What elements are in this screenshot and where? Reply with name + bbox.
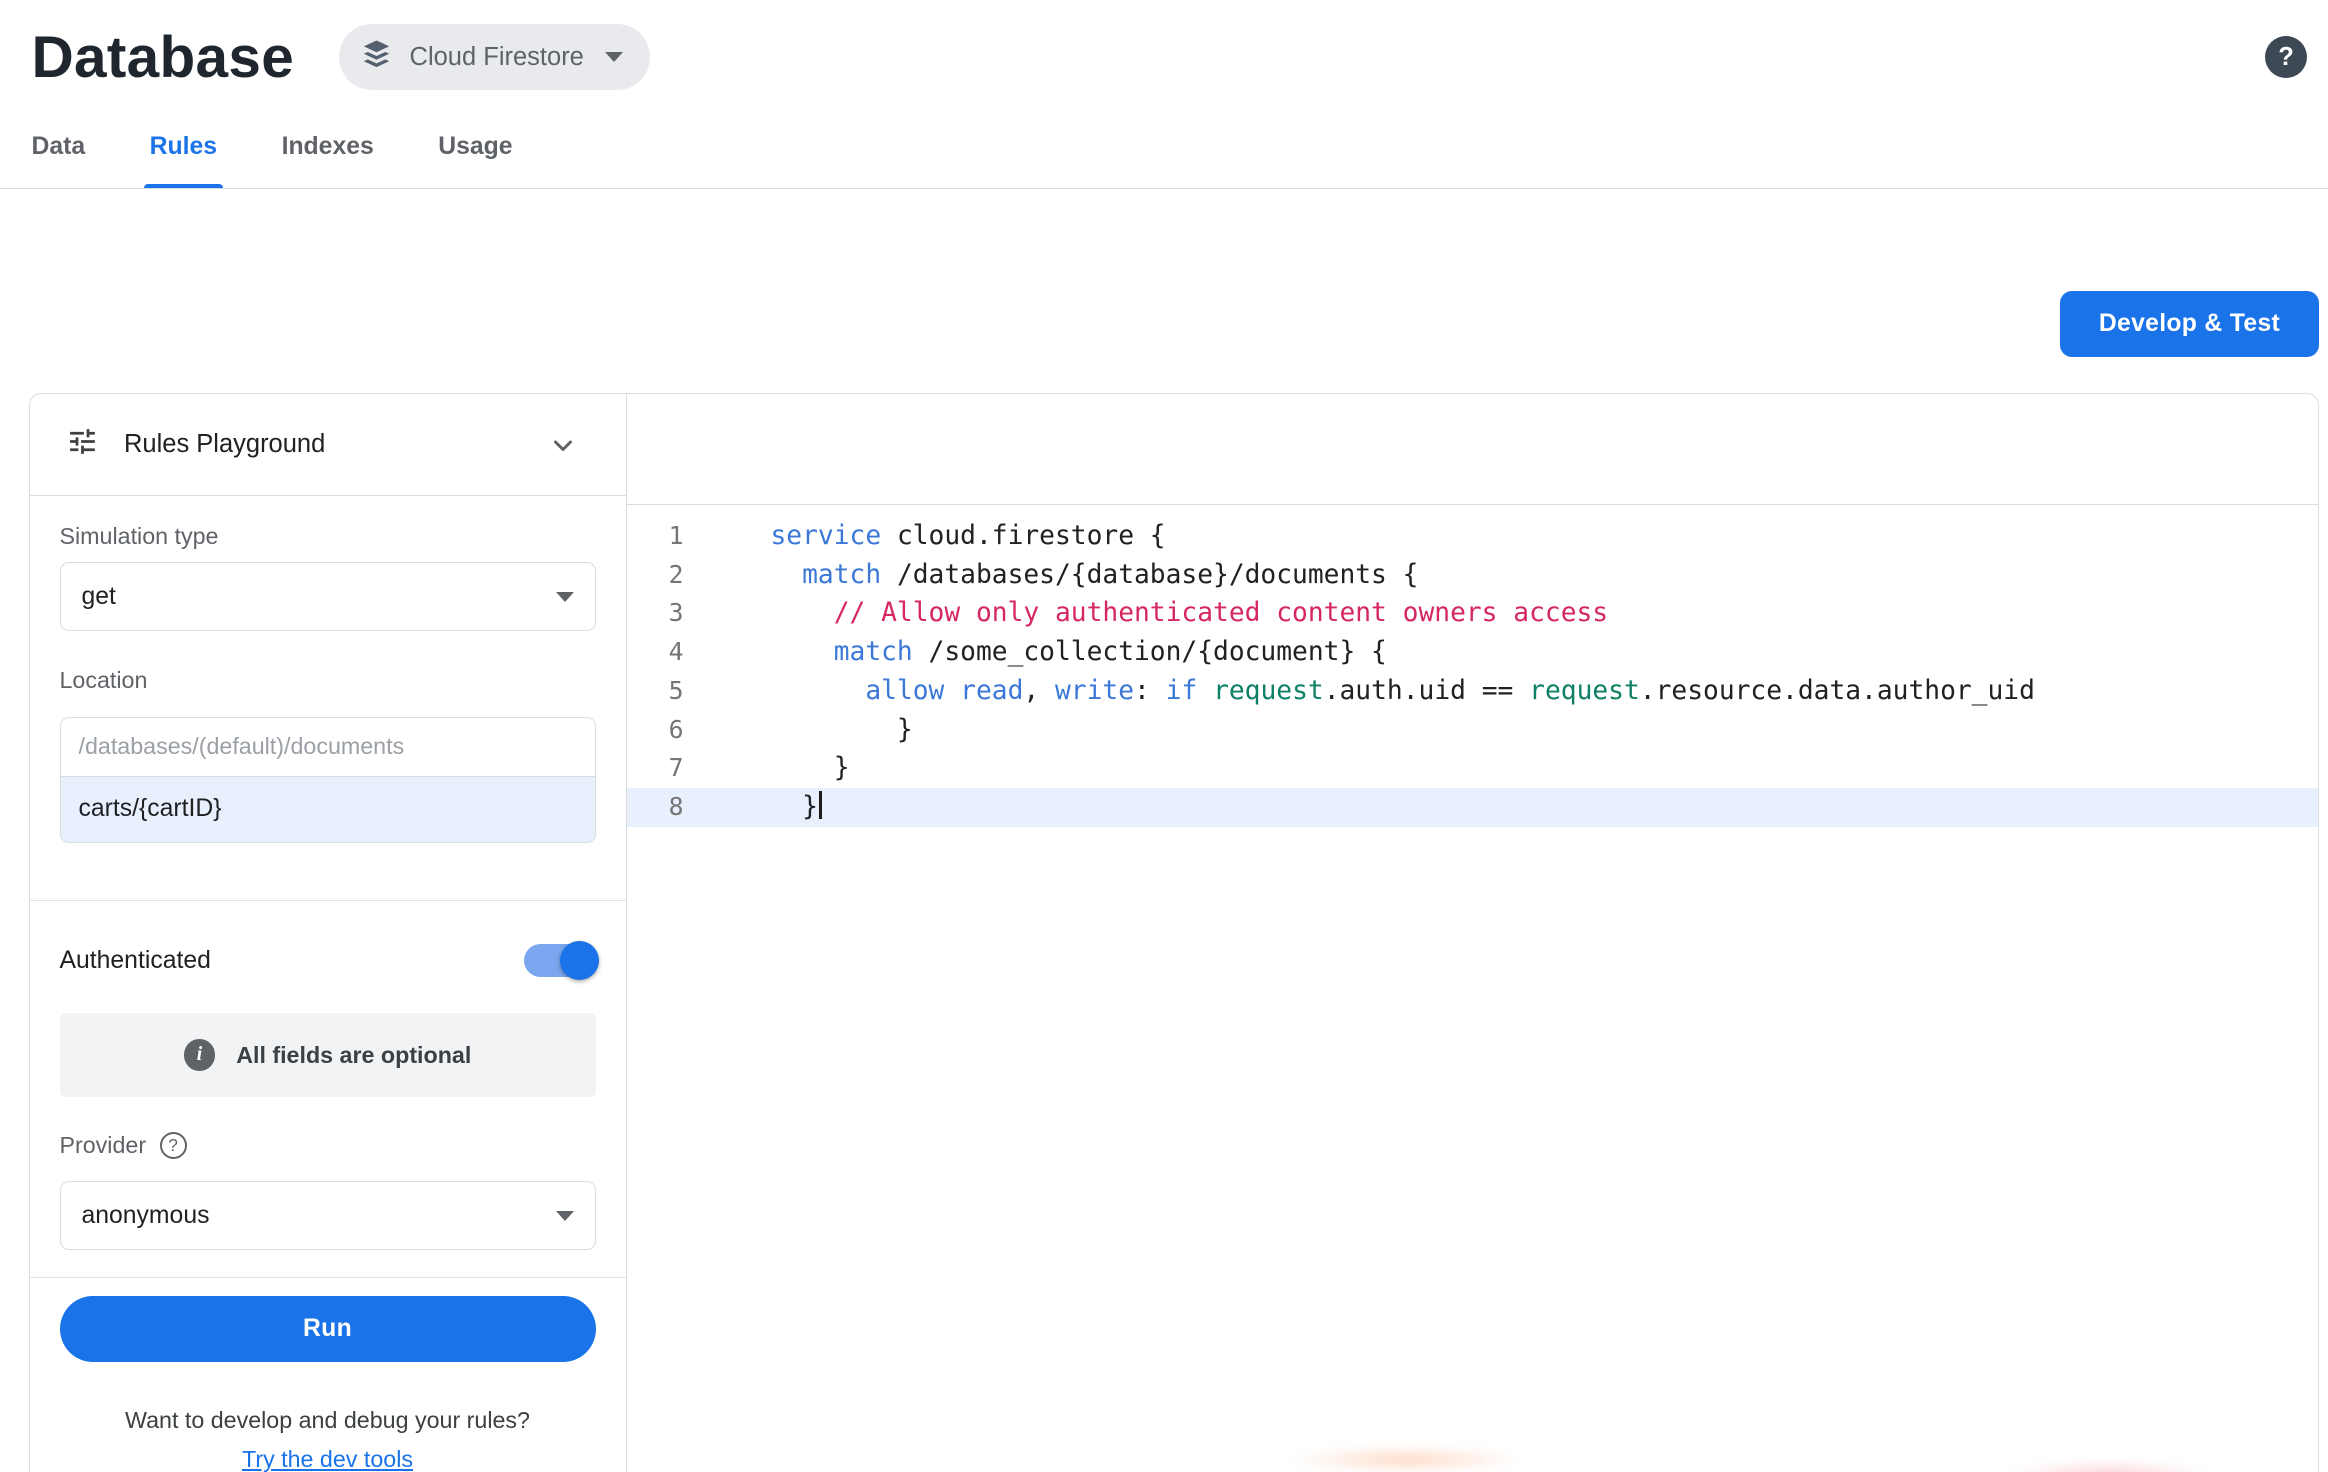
chevron-down-icon: [605, 52, 623, 62]
playground-title: Rules Playground: [124, 430, 325, 459]
code-line[interactable]: 7 }: [627, 749, 2319, 788]
rules-panel: Rules Playground Simulation type get Loc…: [29, 393, 2320, 1472]
line-number: 8: [627, 788, 693, 827]
location-label: Location: [60, 667, 596, 694]
provider-label: Provider: [60, 1132, 147, 1159]
rules-code-editor[interactable]: 1service cloud.firestore {2 match /datab…: [627, 394, 2319, 1472]
tune-icon: [66, 425, 99, 465]
code-line[interactable]: 4 match /some_collection/{document} {: [627, 633, 2319, 672]
code-line[interactable]: 1service cloud.firestore {: [627, 517, 2319, 556]
authenticated-toggle[interactable]: [524, 944, 596, 977]
develop-test-button[interactable]: Develop & Test: [2060, 291, 2319, 357]
database-selector-chip[interactable]: Cloud Firestore: [339, 24, 650, 90]
auth-section: Authenticated i All fields are optional …: [30, 901, 626, 1278]
run-button[interactable]: Run: [60, 1296, 596, 1362]
simulation-section: Simulation type get Location carts/{cart…: [30, 496, 626, 900]
tab-bar: Data Rules Indexes Usage: [0, 105, 2328, 189]
line-number: 1: [627, 517, 693, 556]
code-text: }: [693, 711, 2319, 750]
toggle-knob: [560, 941, 599, 980]
help-circle-icon[interactable]: ?: [160, 1132, 187, 1159]
code-lines[interactable]: 1service cloud.firestore {2 match /datab…: [627, 505, 2319, 1472]
text-cursor: [819, 791, 822, 820]
authenticated-row: Authenticated: [60, 940, 596, 982]
line-number: 3: [627, 594, 693, 633]
line-number: 2: [627, 556, 693, 595]
dev-tools-link[interactable]: Try the dev tools: [60, 1446, 596, 1472]
code-line[interactable]: 2 match /databases/{database}/documents …: [627, 556, 2319, 595]
code-text: service cloud.firestore {: [693, 517, 2319, 556]
code-text: match /some_collection/{document} {: [693, 633, 2319, 672]
firestore-database-page: Database Cloud Firestore ? Data Rules Inde…: [0, 0, 2328, 1472]
run-section: Run Want to develop and debug your rules…: [30, 1278, 626, 1472]
tab-indexes[interactable]: Indexes: [282, 105, 374, 188]
line-number: 6: [627, 711, 693, 750]
simulation-type-select[interactable]: get: [60, 562, 596, 631]
chevron-down-icon: [556, 592, 574, 602]
rules-playground-panel: Rules Playground Simulation type get Loc…: [30, 394, 627, 1472]
actions-row: Develop & Test: [0, 291, 2319, 357]
line-number: 7: [627, 749, 693, 788]
simulation-type-value: get: [82, 583, 116, 611]
code-line[interactable]: 8 }: [627, 788, 2319, 827]
code-text: match /databases/{database}/documents {: [693, 556, 2319, 595]
chip-label: Cloud Firestore: [410, 43, 584, 72]
chevron-down-icon: [545, 427, 581, 463]
question-mark-icon: ?: [2278, 43, 2294, 72]
firestore-icon: [360, 37, 393, 77]
location-value[interactable]: carts/{cartID}: [60, 777, 596, 843]
info-icon: i: [184, 1039, 216, 1071]
line-number: 4: [627, 633, 693, 672]
info-banner: i All fields are optional: [60, 1013, 596, 1097]
page-header: Database Cloud Firestore ?: [0, 0, 2328, 105]
provider-row: Provider ?: [60, 1132, 596, 1159]
page-title: Database: [32, 24, 295, 91]
provider-select[interactable]: anonymous: [60, 1181, 596, 1250]
code-text: allow read, write: if request.auth.uid =…: [693, 672, 2319, 711]
authenticated-label: Authenticated: [60, 947, 211, 975]
rules-playground-header[interactable]: Rules Playground: [30, 394, 626, 496]
code-line[interactable]: 5 allow read, write: if request.auth.uid…: [627, 672, 2319, 711]
code-line[interactable]: 6 }: [627, 711, 2319, 750]
tab-usage[interactable]: Usage: [438, 105, 512, 188]
dev-tools-prompt: Want to develop and debug your rules?: [60, 1407, 596, 1434]
help-button[interactable]: ?: [2265, 36, 2307, 78]
chevron-down-icon: [556, 1211, 574, 1221]
tab-data[interactable]: Data: [32, 105, 86, 188]
code-line[interactable]: 3 // Allow only authenticated content ow…: [627, 594, 2319, 633]
simulation-type-label: Simulation type: [60, 523, 596, 550]
code-text: }: [693, 788, 2319, 827]
provider-value: anonymous: [82, 1202, 210, 1230]
tab-rules[interactable]: Rules: [150, 105, 217, 188]
info-text: All fields are optional: [236, 1042, 471, 1069]
editor-toolbar: [627, 394, 2319, 505]
code-text: }: [693, 749, 2319, 788]
location-input[interactable]: [60, 717, 596, 777]
line-number: 5: [627, 672, 693, 711]
code-text: // Allow only authenticated content owne…: [693, 594, 2319, 633]
